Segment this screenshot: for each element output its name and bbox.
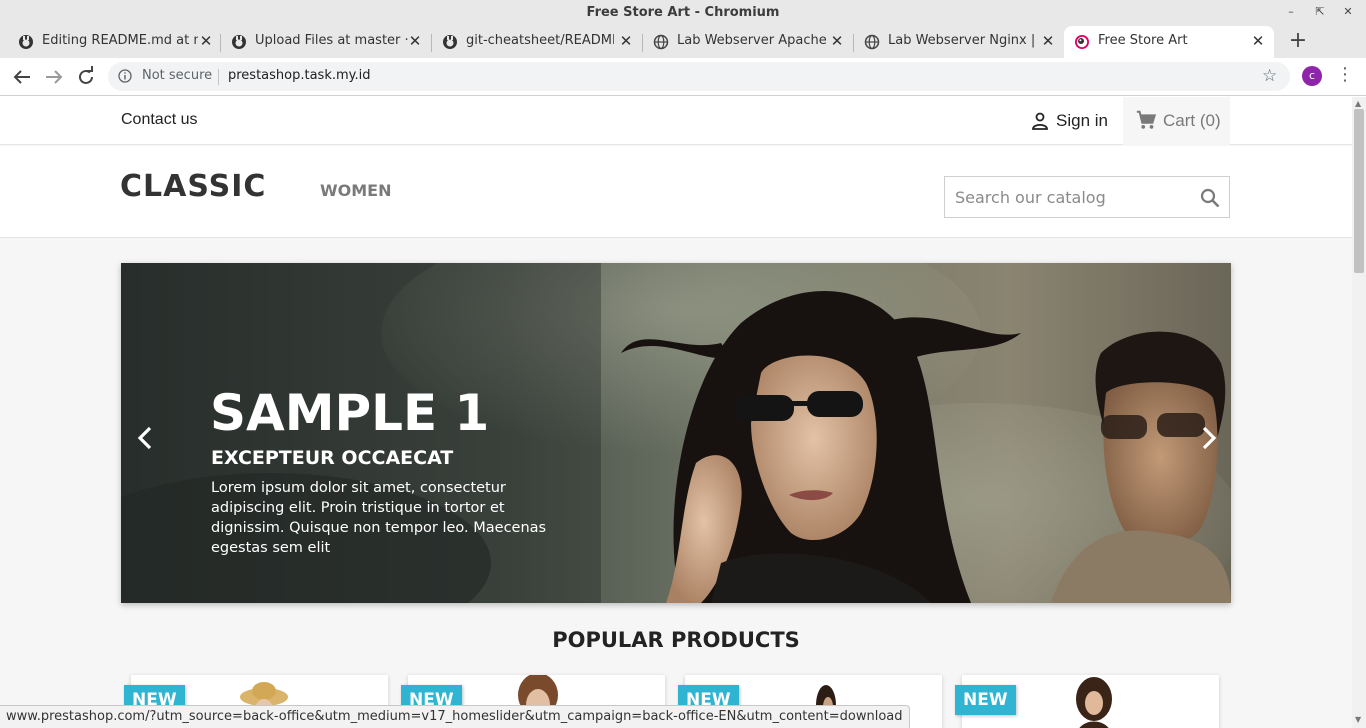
cart-label: Cart (0): [1163, 111, 1221, 130]
tab-label: Free Store Art: [1098, 33, 1188, 48]
prestashop-icon: [1075, 35, 1089, 49]
new-tab-button[interactable]: +: [1286, 29, 1310, 53]
window-titlebar: Free Store Art - Chromium – ⇱ ✕: [0, 0, 1366, 26]
restore-button[interactable]: ⇱: [1312, 4, 1328, 20]
shopping-cart-icon: [1136, 110, 1157, 129]
popular-products-title: POPULAR PRODUCTS: [552, 628, 800, 652]
close-tab-icon[interactable]: ✕: [829, 32, 845, 50]
close-tab-icon[interactable]: ✕: [198, 32, 214, 50]
tab-label: git-cheatsheet/README.: [466, 33, 614, 48]
scrollbar-thumb[interactable]: [1354, 109, 1364, 273]
tab-upload-files[interactable]: Upload Files at master · y ✕: [221, 26, 431, 58]
menu-item-women[interactable]: WOMEN: [320, 181, 392, 200]
github-icon: [19, 35, 33, 49]
github-icon: [443, 35, 457, 49]
scroll-up-icon[interactable]: ▲: [1355, 99, 1361, 108]
tab-free-store-art[interactable]: Free Store Art ✕: [1064, 26, 1274, 58]
link-status-bubble: www.prestashop.com/?utm_source=back-offi…: [0, 705, 910, 728]
minimize-button[interactable]: –: [1283, 4, 1299, 20]
tab-strip: Editing README.md at m ✕ Upload Files at…: [0, 26, 1366, 58]
url-text[interactable]: prestashop.task.my.id: [228, 68, 371, 83]
github-icon: [232, 35, 246, 49]
sign-in-label: Sign in: [1056, 111, 1108, 130]
globe-icon: [653, 34, 669, 50]
menu-kebab-icon[interactable]: ⋮: [1336, 64, 1354, 88]
info-icon[interactable]: [118, 69, 132, 83]
header-nav: Contact us Sign in Cart (0): [0, 97, 1352, 145]
header-top: CLASSIC WOMEN: [0, 146, 1352, 238]
contact-us-link[interactable]: Contact us: [121, 111, 197, 129]
search-input[interactable]: [945, 177, 1185, 217]
search-box: [944, 176, 1230, 218]
omnibox-divider: [218, 69, 219, 85]
globe-icon: [864, 34, 880, 50]
store-logo[interactable]: CLASSIC: [120, 169, 266, 204]
tab-lab-apache[interactable]: Lab Webserver Apache | N ✕: [643, 26, 853, 58]
slide-description: Lorem ipsum dolor sit amet, consectetur …: [211, 480, 547, 556]
tab-editing-readme[interactable]: Editing README.md at m ✕: [8, 26, 220, 58]
cart-button[interactable]: Cart (0): [1123, 97, 1230, 145]
chevron-right-icon[interactable]: [1193, 423, 1223, 453]
reload-icon[interactable]: [74, 65, 98, 89]
page-viewport: Contact us Sign in Cart (0) CLASSIC WOME…: [0, 97, 1352, 728]
tab-lab-nginx[interactable]: Lab Webserver Nginx | Ne ✕: [854, 26, 1064, 58]
forward-icon[interactable]: [42, 65, 66, 89]
back-icon[interactable]: [10, 65, 34, 89]
close-tab-icon[interactable]: ✕: [1250, 32, 1266, 50]
page-scrollbar[interactable]: ▲ ▼: [1352, 97, 1366, 728]
browser-toolbar: Not secure prestashop.task.my.id ☆ c ⋮: [0, 58, 1366, 96]
tab-git-cheatsheet[interactable]: git-cheatsheet/README. ✕: [432, 26, 642, 58]
tab-label: Editing README.md at m: [42, 33, 198, 48]
slide-subtitle: EXCEPTEUR OCCAECAT: [211, 447, 454, 469]
tab-label: Lab Webserver Nginx | Ne: [888, 33, 1038, 48]
tab-label: Upload Files at master · y: [255, 33, 411, 48]
close-tab-icon[interactable]: ✕: [1040, 32, 1056, 50]
close-tab-icon[interactable]: ✕: [618, 32, 634, 50]
search-icon[interactable]: [1199, 187, 1221, 209]
close-tab-icon[interactable]: ✕: [407, 32, 423, 50]
bookmark-star-icon[interactable]: ☆: [1262, 66, 1277, 86]
new-badge: NEW: [955, 685, 1016, 715]
tab-label: Lab Webserver Apache | N: [677, 33, 827, 48]
profile-avatar[interactable]: c: [1302, 66, 1322, 86]
slide-title: SAMPLE 1: [210, 384, 490, 442]
address-bar[interactable]: Not secure prestashop.task.my.id ☆: [108, 62, 1290, 91]
user-icon: [1032, 112, 1048, 130]
home-slider[interactable]: SAMPLE 1 EXCEPTEUR OCCAECAT Lorem ipsum …: [121, 263, 1231, 603]
chevron-left-icon[interactable]: [131, 423, 161, 453]
close-window-button[interactable]: ✕: [1340, 4, 1356, 20]
security-status: Not secure: [142, 68, 213, 83]
window-title: Free Store Art - Chromium: [586, 5, 780, 20]
scroll-down-icon[interactable]: ▼: [1355, 715, 1361, 724]
product-image: [1076, 677, 1112, 728]
